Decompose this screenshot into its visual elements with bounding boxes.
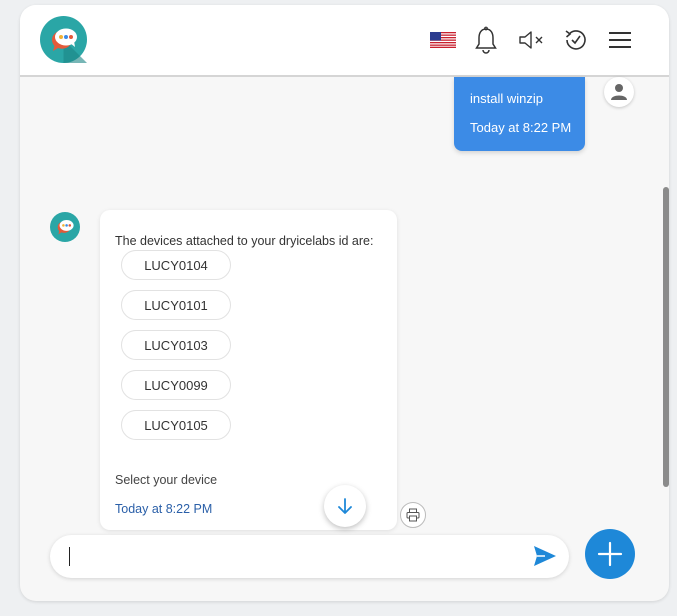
user-icon	[604, 77, 634, 107]
bell-icon[interactable]	[473, 25, 499, 55]
message-input[interactable]	[68, 545, 512, 570]
bot-message-time: Today at 8:22 PM	[115, 502, 213, 516]
device-option-button[interactable]: LUCY0104	[121, 250, 231, 280]
send-button[interactable]	[533, 545, 559, 569]
plus-icon	[597, 541, 623, 567]
user-message-time: Today at 8:22 PM	[470, 120, 572, 135]
add-button[interactable]	[585, 529, 635, 579]
device-option-button[interactable]: LUCY0101	[121, 290, 231, 320]
device-option-button[interactable]: LUCY0099	[121, 370, 231, 400]
bot-prompt-text: Select your device	[115, 473, 218, 487]
device-option-button[interactable]: LUCY0105	[121, 410, 231, 440]
device-option-button[interactable]: LUCY0103	[121, 330, 231, 360]
text-cursor	[69, 547, 70, 566]
send-icon	[534, 546, 556, 566]
chat-header	[20, 5, 669, 77]
scrollbar[interactable]	[663, 187, 669, 487]
chat-bubble-logo-icon	[40, 16, 87, 63]
bot-intro-text: The devices attached to your dryicelabs …	[115, 234, 374, 248]
hamburger-menu-icon[interactable]	[608, 25, 632, 55]
speaker-muted-icon[interactable]	[516, 25, 546, 55]
arrow-down-icon	[338, 498, 352, 514]
user-message-text: install winzip	[470, 91, 543, 106]
history-icon[interactable]	[562, 25, 590, 55]
scroll-down-button[interactable]	[324, 485, 366, 527]
bot-message-bubble: The devices attached to your dryicelabs …	[100, 210, 397, 530]
chat-window: install winzip Today at 8:22 PM The devi…	[20, 5, 669, 601]
message-composer	[50, 535, 569, 578]
print-button[interactable]	[400, 502, 426, 528]
printer-icon	[406, 508, 420, 522]
bot-avatar-icon	[50, 212, 80, 242]
message-list[interactable]: install winzip Today at 8:22 PM The devi…	[20, 77, 669, 530]
user-message-bubble: install winzip Today at 8:22 PM	[454, 77, 585, 151]
us-flag-icon[interactable]	[430, 25, 456, 55]
